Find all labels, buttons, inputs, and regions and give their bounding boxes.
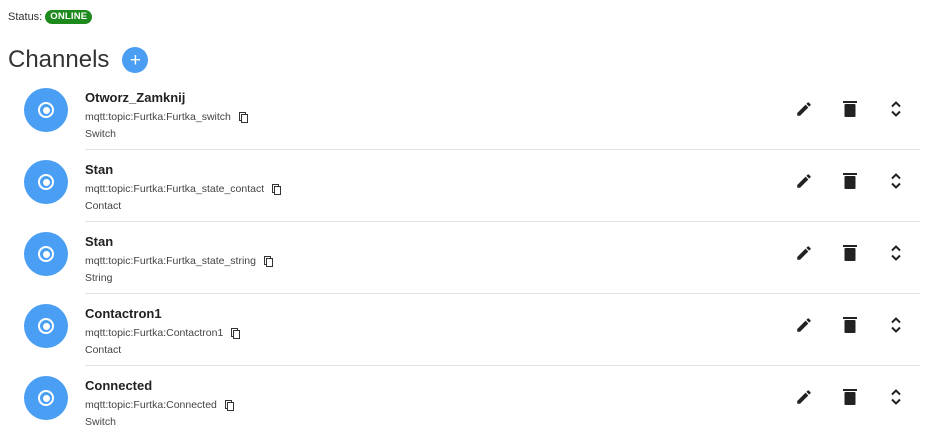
expand-button[interactable] [885, 386, 907, 408]
list-item[interactable]: Stan mqtt:topic:Furtka:Furtka_state_stri… [0, 222, 933, 294]
pencil-icon [797, 102, 811, 116]
copy-icon[interactable] [224, 400, 234, 411]
channel-type: String [85, 272, 113, 284]
pencil-icon [797, 318, 811, 332]
radio-button-icon [24, 304, 68, 348]
status-label: Status: [8, 11, 43, 23]
plus-icon: + [129, 49, 141, 71]
radio-button-icon [24, 376, 68, 420]
channel-type: Switch [85, 128, 116, 140]
edit-button[interactable] [793, 386, 815, 408]
edit-button[interactable] [793, 314, 815, 336]
pencil-icon [797, 246, 811, 260]
unfold-more-icon [891, 317, 901, 333]
list-item[interactable]: Contactron1 mqtt:topic:Furtka:Contactron… [0, 294, 933, 366]
channel-type: Contact [85, 344, 122, 356]
trash-icon [843, 317, 857, 333]
unfold-more-icon [891, 245, 901, 261]
unfold-more-icon [891, 101, 901, 117]
radio-button-icon [24, 88, 68, 132]
trash-icon [843, 389, 857, 405]
copy-icon[interactable] [272, 184, 282, 195]
channel-name: Contactron1 [85, 306, 162, 321]
copy-icon[interactable] [263, 256, 273, 267]
channel-uid: mqtt:topic:Furtka:Connected [85, 399, 217, 411]
channel-name: Stan [85, 234, 114, 249]
trash-icon [843, 101, 857, 117]
copy-icon[interactable] [238, 112, 248, 123]
channel-name: Otworz_Zamknij [85, 90, 186, 105]
delete-button[interactable] [839, 98, 861, 120]
page-title: Channels [8, 46, 110, 73]
delete-button[interactable] [839, 170, 861, 192]
delete-button[interactable] [839, 314, 861, 336]
expand-button[interactable] [885, 242, 907, 264]
add-channel-button[interactable]: + [122, 47, 149, 73]
channel-name: Connected [85, 378, 153, 393]
expand-button[interactable] [885, 314, 907, 336]
list-item[interactable]: Stan mqtt:topic:Furtka:Furtka_state_cont… [0, 150, 933, 222]
channel-uid: mqtt:topic:Furtka:Furtka_state_contact [85, 183, 265, 195]
channel-name: Stan [85, 162, 114, 177]
thing-channels-page: Status: ONLINE Channels + Otworz_Zamknij… [0, 0, 933, 444]
edit-button[interactable] [793, 242, 815, 264]
delete-button[interactable] [839, 242, 861, 264]
channel-uid: mqtt:topic:Furtka:Furtka_state_string [85, 255, 256, 267]
list-item[interactable]: Connected mqtt:topic:Furtka:Connected Sw… [0, 366, 933, 438]
expand-button[interactable] [885, 170, 907, 192]
radio-button-icon [24, 232, 68, 276]
channel-type: Contact [85, 200, 122, 212]
delete-button[interactable] [839, 386, 861, 408]
list-item[interactable]: Otworz_Zamknij mqtt:topic:Furtka:Furtka_… [0, 78, 933, 150]
channel-type: Switch [85, 416, 116, 428]
edit-button[interactable] [793, 170, 815, 192]
copy-icon[interactable] [231, 328, 241, 339]
status-row: Status: ONLINE [8, 10, 93, 24]
trash-icon [843, 245, 857, 261]
unfold-more-icon [891, 173, 901, 189]
channel-uid: mqtt:topic:Furtka:Furtka_switch [85, 111, 231, 123]
pencil-icon [797, 390, 811, 404]
channels-header: Channels + [8, 46, 149, 74]
channel-uid: mqtt:topic:Furtka:Contactron1 [85, 327, 224, 339]
unfold-more-icon [891, 389, 901, 405]
edit-button[interactable] [793, 98, 815, 120]
pencil-icon [797, 174, 811, 188]
channel-list: Otworz_Zamknij mqtt:topic:Furtka:Furtka_… [0, 78, 933, 438]
status-badge: ONLINE [45, 10, 93, 24]
expand-button[interactable] [885, 98, 907, 120]
radio-button-icon [24, 160, 68, 204]
trash-icon [843, 173, 857, 189]
